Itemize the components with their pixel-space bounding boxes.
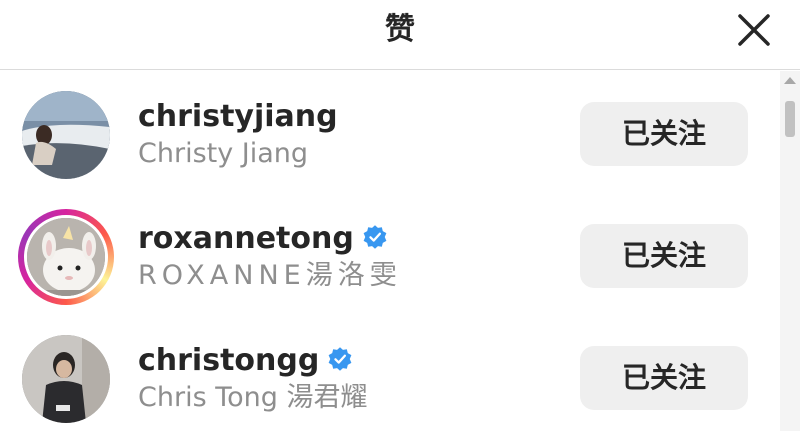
full-name: Chris Tong 湯君耀 [138,382,368,413]
likes-list: christyjiang Christy Jiang 已关注 roxanneto… [0,71,780,431]
likes-dialog-header: 赞 [0,0,800,70]
avatar[interactable] [22,335,110,423]
following-button[interactable]: 已关注 [580,102,748,166]
username[interactable]: christongg [138,343,353,379]
full-name: Christy Jiang [138,138,309,169]
story-ring[interactable] [18,209,114,305]
dialog-title: 赞 [385,12,415,47]
scrollbar-thumb[interactable] [785,101,795,137]
full-name: ROXANNE湯洛雯 [138,260,402,291]
avatar[interactable] [24,215,108,299]
username-text[interactable]: christongg [138,343,319,378]
list-item[interactable]: christyjiang Christy Jiang 已关注 [0,71,780,193]
verified-badge-icon [328,346,352,371]
avatar-wrapper[interactable] [18,87,114,183]
username[interactable]: roxannetong [138,221,388,257]
username[interactable]: christyjiang [138,99,338,135]
scrollbar[interactable] [780,71,800,431]
avatar[interactable] [22,91,110,179]
avatar-wrapper[interactable] [18,331,114,427]
scroll-up-arrow-icon[interactable] [784,77,796,84]
following-button[interactable]: 已关注 [580,346,748,410]
list-item[interactable]: roxannetong ROXANNE湯洛雯 已关注 [0,193,780,315]
username-text[interactable]: roxannetong [138,221,354,256]
list-item[interactable]: christongg Chris Tong 湯君耀 已关注 [0,315,780,437]
following-button[interactable]: 已关注 [580,224,748,288]
verified-badge-icon [363,224,387,249]
close-icon[interactable] [732,8,776,52]
close-button[interactable] [732,8,776,52]
